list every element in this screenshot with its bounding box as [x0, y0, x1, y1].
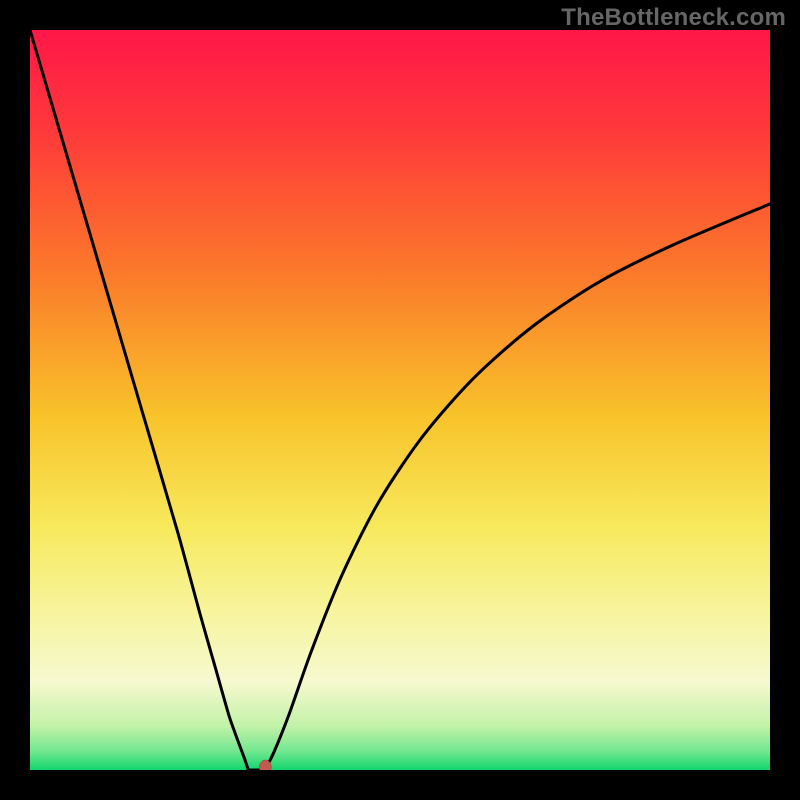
plot-area: [30, 30, 770, 770]
watermark-text: TheBottleneck.com: [561, 4, 786, 32]
gradient-background: [30, 30, 770, 770]
bottleneck-chart: [30, 30, 770, 770]
chart-frame: TheBottleneck.com: [0, 0, 800, 800]
